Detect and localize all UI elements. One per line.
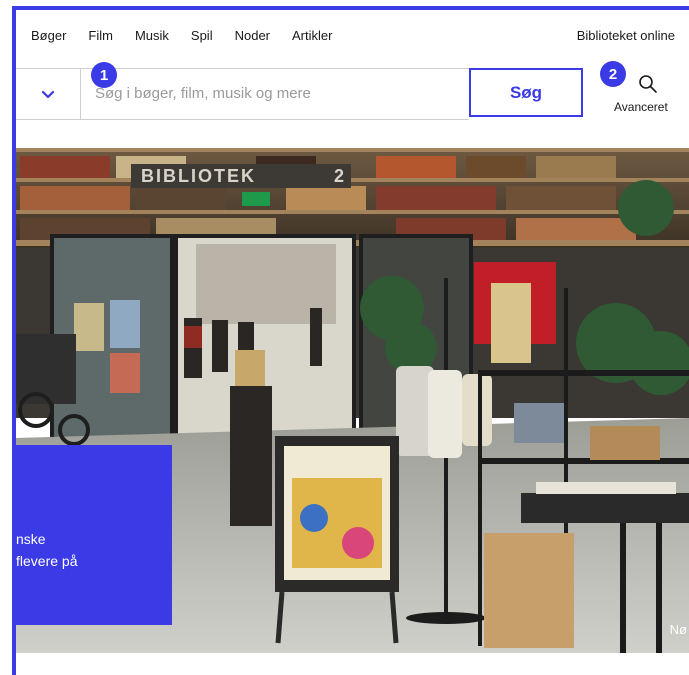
search-input-wrapper bbox=[80, 68, 469, 120]
search-category-dropdown[interactable] bbox=[16, 68, 81, 120]
nav-link-articles[interactable]: Artikler bbox=[292, 28, 332, 43]
nav-link-games[interactable]: Spil bbox=[191, 28, 213, 43]
library-sign-text: BIBLIOTEK bbox=[141, 166, 256, 186]
nav-link-music[interactable]: Musik bbox=[135, 28, 169, 43]
library-sign-number: 2 bbox=[334, 166, 344, 186]
search-icon bbox=[639, 75, 657, 93]
chevron-down-icon bbox=[41, 90, 55, 98]
nav-link-film[interactable]: Film bbox=[88, 28, 113, 43]
advanced-search-label: Avanceret bbox=[614, 100, 668, 114]
library-online-link[interactable]: Biblioteket online bbox=[577, 28, 675, 43]
nav-link-sheet-music[interactable]: Noder bbox=[235, 28, 270, 43]
nav-link-books[interactable]: Bøger bbox=[31, 28, 66, 43]
annotation-badge-1: 1 bbox=[91, 62, 117, 88]
category-links: Bøger Film Musik Spil Noder Artikler bbox=[31, 28, 354, 43]
search-button[interactable]: Søg bbox=[469, 68, 583, 117]
annotation-badge-2: 2 bbox=[600, 61, 626, 87]
promo-banner[interactable]: nske flevere på bbox=[16, 445, 172, 625]
search-input[interactable] bbox=[80, 69, 455, 117]
hero-corner-text: Nø bbox=[669, 622, 687, 637]
promo-text-line-1: nske bbox=[16, 531, 46, 547]
promo-text-line-2: flevere på bbox=[16, 553, 78, 569]
top-navigation: Bøger Film Musik Spil Noder Artikler Bib… bbox=[16, 10, 689, 60]
hero-image: BIBLIOTEK 2 nske flevere på Nø bbox=[16, 148, 689, 653]
